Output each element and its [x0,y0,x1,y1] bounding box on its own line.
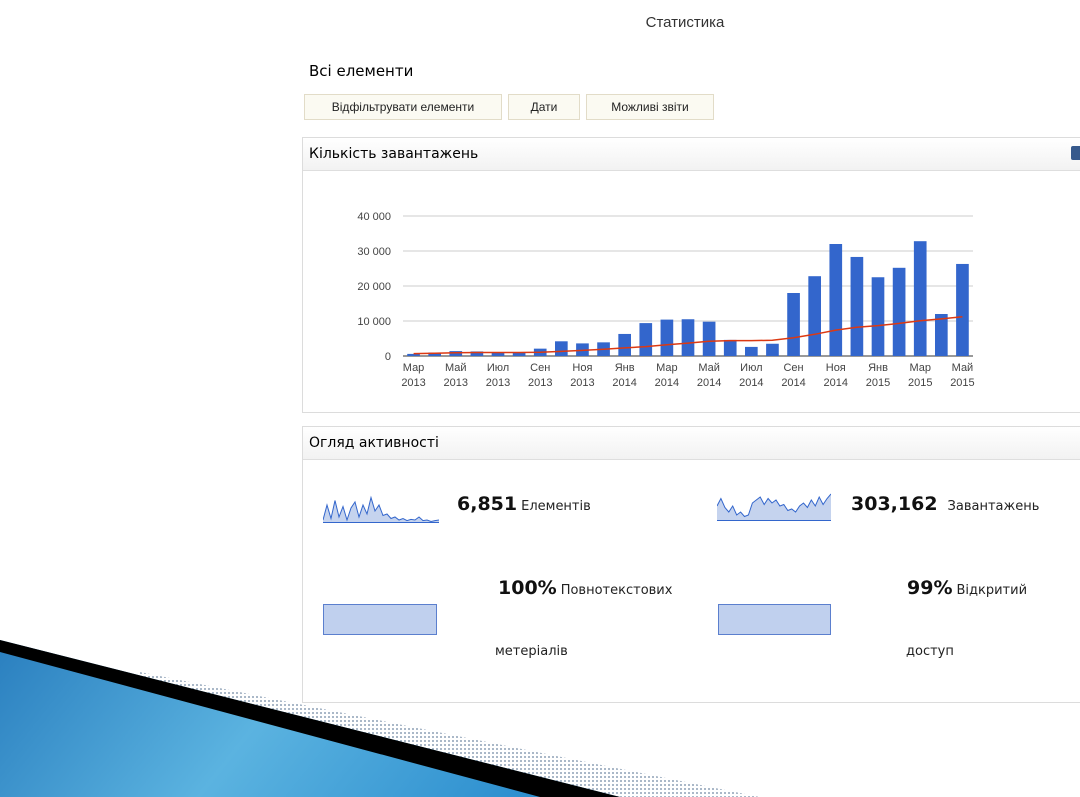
x-tick-month: Ноя [572,362,592,374]
x-tick-month: Мар [909,362,931,374]
x-tick-month: Сен [530,362,550,374]
x-tick-year: 2014 [612,377,636,389]
fulltext-label: Повнотекстових [560,583,673,598]
items-sparkline [323,495,439,523]
x-tick-year: 2015 [866,377,890,389]
bar-21 [829,244,843,356]
x-tick-month: Май [445,362,467,374]
bar-18 [766,343,779,356]
bar-20 [808,276,821,356]
x-tick-month: Янв [615,362,635,374]
bar-6 [512,352,526,356]
bar-23 [871,277,885,356]
section-title: Всі елементи [309,62,414,80]
activity-panel-header: Огляд активності [303,427,1080,460]
x-tick-year: 2014 [739,377,763,389]
filter-items-button[interactable]: Відфільтрувати елементи [304,94,502,120]
x-tick-month: Май [952,362,974,374]
x-tick-year: 2013 [528,377,552,389]
downloads-count: 303,162 [851,493,938,515]
bar-19 [787,293,800,356]
x-tick-month: Май [698,362,720,374]
fulltext-progress-bar [323,604,437,635]
x-tick-month: Июл [740,362,762,374]
y-tick-label: 10 000 [357,316,391,328]
bar-16 [723,339,737,356]
x-tick-month: Ноя [826,362,846,374]
bar-22 [850,256,864,356]
fulltext-percent: 100% [498,577,557,599]
fulltext-label-line2: метеріалів [495,644,568,659]
open-access-percent: 99% [907,577,953,599]
y-tick-label: 20 000 [357,281,391,293]
downloads-stat: 303,162 Завантажень [851,493,1039,515]
y-tick-label: 30 000 [357,246,391,258]
x-tick-month: Мар [656,362,678,374]
items-count: 6,851 [457,493,518,515]
reports-button[interactable]: Можливі звіти [586,94,714,120]
bar-15 [702,321,716,356]
x-tick-year: 2013 [486,377,510,389]
x-tick-month: Мар [403,362,425,374]
y-tick-label: 0 [385,351,391,363]
x-tick-year: 2014 [655,377,679,389]
bar-26 [935,314,948,356]
bar-17 [745,346,758,356]
bar-25 [913,241,927,356]
activity-panel: Огляд активності 6,851 Елементів 303,162 З… [302,426,1080,703]
items-stat: 6,851 Елементів [457,493,591,515]
y-tick-label: 40 000 [357,211,391,223]
open-access-stat: 99% Відкритий [907,577,1027,599]
sparkline-area [717,494,831,521]
bar-24 [892,267,906,356]
x-tick-month: Сен [783,362,803,374]
x-tick-year: 2015 [950,377,974,389]
toolbar: Відфільтрувати елементи Дати Можливі зві… [304,94,714,120]
collapse-icon[interactable] [1071,146,1080,160]
bar-12 [639,323,653,356]
dates-button[interactable]: Дати [508,94,580,120]
activity-panel-title: Огляд активності [309,435,439,451]
x-tick-month: Янв [868,362,888,374]
open-access-label: Відкритий [956,583,1028,598]
bar-13 [660,319,674,356]
downloads-sparkline [717,493,831,521]
items-label: Елементів [521,499,591,514]
downloads-panel-title: Кількість завантажень [309,146,479,162]
x-tick-year: 2013 [444,377,468,389]
bar-11 [618,333,631,356]
bar-27 [956,263,969,356]
downloads-chart: 0 10 000 20 000 30 000 40 000 Мар 2013 Май 2013 И… [357,211,974,389]
fulltext-stat: 100% Повнотекстових [498,577,672,599]
x-tick-year: 2015 [908,377,932,389]
downloads-label: Завантажень [947,499,1040,514]
x-tick-year: 2014 [697,377,721,389]
x-tick-year: 2014 [781,377,805,389]
x-tick-year: 2013 [570,377,594,389]
downloads-panel-header: Кількість завантажень [303,138,1080,171]
x-tick-month: Июл [487,362,509,374]
bar-8 [555,341,568,356]
x-tick-year: 2014 [824,377,848,389]
open-access-progress-bar [718,604,831,635]
page-title: Статистика [645,14,725,31]
downloads-panel: Кількість завантажень 0 10 000 20 000 30 00… [302,137,1080,413]
x-tick-year: 2013 [401,377,425,389]
bar-14 [681,319,695,356]
open-access-label-line2: доступ [906,644,954,659]
